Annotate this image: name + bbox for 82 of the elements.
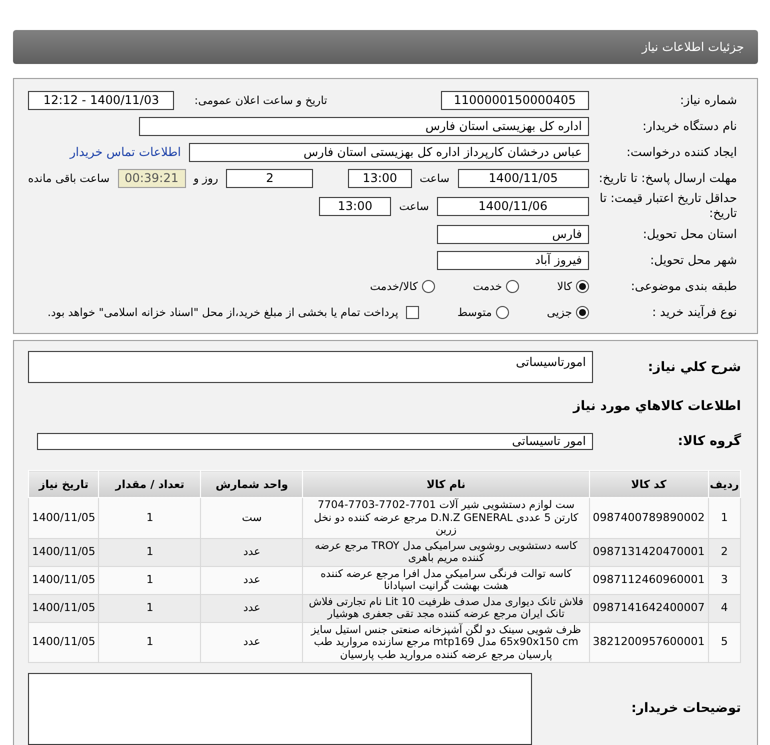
field-label: استان محل تحویل: <box>642 226 737 242</box>
field-label: گروه كالا: <box>676 434 741 448</box>
radio-button[interactable] <box>506 280 520 292</box>
radio-label: جزیی <box>546 306 572 318</box>
table-cell: ظرف شویی سینک دو لگن آشپزخانه صنعتی جنس استیل سایز 65x90x150 cm مدل mtp169 مرجع سازنده مروارید طب پارسیان مرجع عرضه کننده مروارید طب پارسیان <box>302 622 590 662</box>
remaining-label: ساعت باقی مانده <box>28 172 110 184</box>
field-label: طبقه بندی موضوعی: <box>630 278 737 294</box>
column-header: تعداد / مقدار <box>98 470 201 498</box>
field-label: شهر محل تحویل: <box>649 252 737 268</box>
table-cell: 1 <box>98 498 201 538</box>
table-cell: 1400/11/05 <box>28 622 99 662</box>
column-header: تاریخ نیاز <box>28 470 99 498</box>
table-cell: عدد <box>200 566 303 594</box>
field-label: شرح كلي نياز: <box>646 360 741 374</box>
radio-label: خدمت <box>472 280 502 292</box>
radio-button[interactable] <box>576 306 589 318</box>
radio-label: متوسط <box>457 306 492 318</box>
field-label: ایجاد کننده درخواست: <box>625 144 737 160</box>
time-label: ساعت <box>399 200 429 212</box>
buyer-org-field: اداره کل بهزیستی استان فارس <box>139 116 589 136</box>
table-cell: عدد <box>200 622 303 662</box>
field-label: توضیحات خریدار: <box>630 701 741 716</box>
table-cell: 0987112460960001 <box>589 566 708 594</box>
days-label: روز و <box>194 172 218 184</box>
table-cell: 1400/11/05 <box>28 594 99 622</box>
field-label: شماره نیاز: <box>679 92 737 108</box>
radio-button[interactable] <box>496 306 509 318</box>
table-cell: 0987131420470001 <box>589 538 708 566</box>
field-label: نام دستگاه خریدار: <box>642 118 737 134</box>
table-cell: کاسه توالت فرنگی سرامیکی مدل افرا مرجع عرضه کننده هشت بهشت گرانیت اسپادانا <box>302 566 590 594</box>
radio-button[interactable] <box>576 280 589 292</box>
table-cell: 0987141642400007 <box>589 594 708 622</box>
deadline-date-field: 1400/11/05 <box>458 168 589 188</box>
goods-group-field: امور تاسیساتی <box>37 432 593 450</box>
checkbox[interactable] <box>406 306 420 318</box>
table-cell: فلاش تانک دیواری مدل صدف ظرفیت Lit 10 نام تجارتی فلاش تانک ایران مرجع عرضه کننده مجد تقی جعفری هوشیار <box>302 594 590 622</box>
contact-link[interactable]: اطلاعات تماس خریدار <box>70 145 181 159</box>
radio-label: کالا <box>557 280 572 292</box>
table-cell: 2 <box>708 538 740 566</box>
table-cell: عدد <box>200 594 303 622</box>
table-cell: 1 <box>708 498 740 538</box>
table-cell: 0987400789890002 <box>589 498 708 538</box>
radio-button[interactable] <box>422 280 435 292</box>
table-cell: 1400/11/05 <box>28 566 99 594</box>
table-cell: 3 <box>708 566 740 594</box>
table-cell: کاسه دستشویی روشویی سرامیکی مدل TROY مرجع عرضه کننده مریم باهری <box>302 538 590 566</box>
field-label: حداقل تاریخ اعتبار قیمت: تا تاریخ: <box>598 191 737 221</box>
table-cell: 1400/11/05 <box>28 538 99 566</box>
table-cell: 1400/11/05 <box>28 498 99 538</box>
city-field: فیروز آباد <box>437 250 589 270</box>
radio-label: کالا/خدمت <box>370 280 418 292</box>
page-title-bar: جزئیات اطلاعات نیاز <box>13 30 758 64</box>
table-cell: عدد <box>200 538 303 566</box>
section-heading: اطلاعات كالاهاي مورد نياز <box>572 399 741 414</box>
table-cell: 4 <box>708 594 740 622</box>
validity-date-field: 1400/11/06 <box>437 196 589 216</box>
table-cell: 1 <box>98 622 201 662</box>
table-cell: 1 <box>98 538 201 566</box>
province-field: فارس <box>437 224 589 244</box>
column-header: نام کالا <box>302 470 590 498</box>
remaining-time-field: 00:39:21 <box>118 168 186 188</box>
table-cell: 5 <box>708 622 740 662</box>
field-label: نوع فرآیند خرید : <box>651 304 737 320</box>
column-header: ردیف <box>708 470 740 498</box>
announce-date-field: 1400/11/03 - 12:12 <box>28 90 174 110</box>
days-field: 2 <box>226 168 314 188</box>
column-header: کد کالا <box>589 470 708 498</box>
table-cell: ست لوازم دستشویی شیر آلات 7701-7702-7703-7704 کارتن 5 عددی D.N.Z GENERAL مرجع عرضه کننده دو نخل زرین <box>302 498 590 538</box>
deadline-time-field: 13:00 <box>348 168 412 188</box>
column-header: واحد شمارش <box>200 470 303 498</box>
table-cell: 1 <box>98 594 201 622</box>
time-label: ساعت <box>420 172 450 184</box>
table-cell: ست <box>200 498 303 538</box>
checkbox-label: پرداخت تمام یا بخشی از مبلغ خرید،از محل "اسناد خزانه اسلامی" خواهد بود. <box>48 306 398 318</box>
requester-field: عباس درخشان کارپرداز اداره کل بهزیستی استان فارس <box>189 142 589 162</box>
table-cell: 3821200957600001 <box>589 622 708 662</box>
field-label: تاریخ و ساعت اعلان عمومی: <box>194 94 328 106</box>
validity-time-field: 13:00 <box>319 196 392 216</box>
field-label: مهلت ارسال پاسخ: تا تاریخ: <box>598 170 737 186</box>
description-field: امورتاسیساتی <box>28 351 593 383</box>
need-number-field: 1100000150000405 <box>440 90 589 110</box>
table-cell: 1 <box>98 566 201 594</box>
